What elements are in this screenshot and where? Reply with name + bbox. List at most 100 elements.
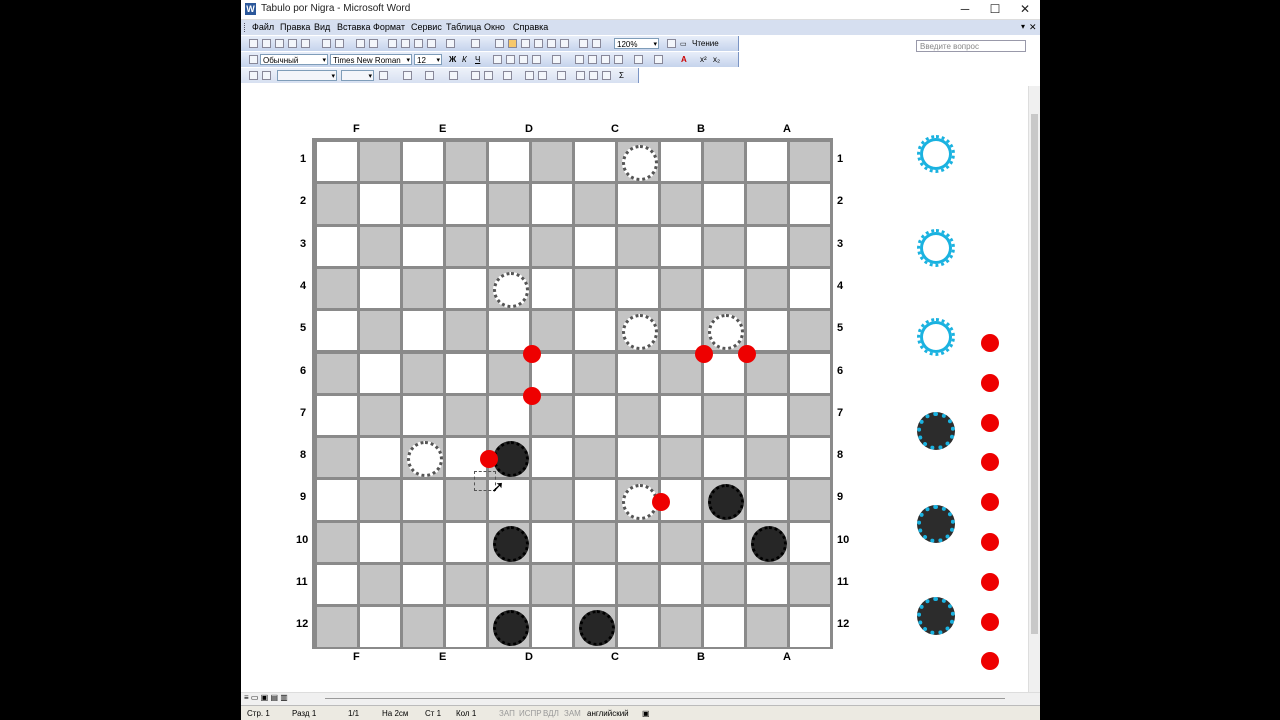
board-cell[interactable] [489, 353, 529, 393]
ask-dropdown-icon[interactable]: ▾ [1021, 22, 1025, 31]
status-trk[interactable]: ИСПР [519, 709, 542, 718]
spare-black-piece[interactable] [917, 505, 955, 543]
board-cell[interactable] [747, 184, 787, 224]
board-cell[interactable] [575, 565, 615, 605]
board-cell[interactable] [317, 395, 357, 436]
black-piece[interactable] [492, 525, 529, 562]
board-cell[interactable] [360, 353, 400, 393]
board-cell[interactable] [790, 226, 830, 266]
maximize-icon[interactable]: ☐ [980, 0, 1010, 19]
bold-icon[interactable]: Ж [449, 55, 456, 64]
board-cell[interactable] [575, 226, 615, 266]
board-cell[interactable] [575, 438, 615, 478]
eraser-icon[interactable] [262, 71, 271, 80]
board-cell[interactable] [661, 184, 701, 224]
board-cell[interactable] [317, 184, 357, 224]
board-cell[interactable] [360, 226, 400, 266]
status-ext[interactable]: ВДЛ [543, 709, 559, 718]
white-piece[interactable] [621, 145, 658, 182]
columns-icon[interactable] [547, 39, 556, 48]
status-ovr[interactable]: ЗАМ [564, 709, 581, 718]
board-cell[interactable] [317, 353, 357, 393]
vertical-scrollbar[interactable] [1028, 86, 1040, 692]
board-cell[interactable] [575, 268, 615, 309]
board-cell[interactable] [704, 184, 744, 224]
board-cell[interactable] [489, 184, 529, 224]
spare-white-piece[interactable] [917, 135, 955, 173]
board-cell[interactable] [575, 142, 615, 182]
board-cell[interactable] [446, 268, 486, 309]
board-cell[interactable] [317, 480, 357, 520]
read-button[interactable]: Чтение [692, 39, 719, 48]
white-piece[interactable] [621, 314, 658, 351]
align-left-icon[interactable] [493, 55, 502, 64]
save-icon[interactable] [275, 39, 284, 48]
sort-ascending-icon[interactable] [589, 71, 598, 80]
board-cell[interactable] [704, 268, 744, 309]
board-cell[interactable] [618, 565, 658, 605]
board-cell[interactable] [790, 522, 830, 562]
board-cell[interactable] [489, 142, 529, 182]
red-marker[interactable] [652, 492, 670, 511]
bullets-icon[interactable] [588, 55, 597, 64]
board-cell[interactable] [618, 438, 658, 478]
distribute-columns-icon[interactable] [538, 71, 547, 80]
line-spacing-icon[interactable] [552, 55, 561, 64]
justify-icon[interactable] [532, 55, 541, 64]
board-cell[interactable] [704, 438, 744, 478]
board-cell[interactable] [747, 311, 787, 351]
spelling-icon[interactable] [356, 39, 365, 48]
print-icon[interactable] [322, 39, 331, 48]
board-cell[interactable] [661, 142, 701, 182]
board-cell[interactable] [403, 184, 443, 224]
board-cell[interactable] [704, 395, 744, 436]
font-size-select[interactable]: 12 [414, 54, 442, 66]
close-document-icon[interactable]: ✕ [1029, 22, 1037, 33]
board-cell[interactable] [317, 226, 357, 266]
style-select[interactable]: Обычный [260, 54, 328, 66]
board-cell[interactable] [790, 353, 830, 393]
cell-align-icon[interactable] [503, 71, 512, 80]
board-cell[interactable] [532, 142, 572, 182]
board-cell[interactable] [747, 226, 787, 266]
styles-pane-icon[interactable] [249, 55, 258, 64]
zoom-select[interactable]: 120% [614, 38, 659, 50]
menu-file[interactable]: Файл [252, 22, 274, 32]
board-cell[interactable] [790, 395, 830, 436]
board-cell[interactable] [704, 522, 744, 562]
close-icon[interactable]: ✕ [1010, 0, 1040, 19]
board-cell[interactable] [747, 565, 787, 605]
board-cell[interactable] [446, 607, 486, 647]
line-weight-select[interactable] [341, 70, 374, 82]
text-direction-icon[interactable] [576, 71, 585, 80]
board-cell[interactable] [317, 311, 357, 351]
board-cell[interactable] [575, 480, 615, 520]
board-cell[interactable] [704, 565, 744, 605]
red-marker[interactable] [523, 344, 541, 363]
email-icon[interactable] [301, 39, 310, 48]
board-cell[interactable] [360, 142, 400, 182]
align-center-icon[interactable] [506, 55, 515, 64]
board-cell[interactable] [747, 480, 787, 520]
board-cell[interactable] [403, 268, 443, 309]
board-cell[interactable] [618, 522, 658, 562]
board-cell[interactable] [403, 311, 443, 351]
board-cell[interactable] [360, 522, 400, 562]
board-cell[interactable] [532, 184, 572, 224]
board-cell[interactable] [489, 226, 529, 266]
board-cell[interactable] [747, 142, 787, 182]
spare-white-piece[interactable] [917, 318, 955, 356]
board-cell[interactable] [747, 395, 787, 436]
ask-question-input[interactable]: Введите вопрос [916, 40, 1026, 52]
paste-icon[interactable] [414, 39, 423, 48]
spare-black-piece[interactable] [917, 412, 955, 450]
horizontal-scrollbar[interactable]: ≡ ▭ ▣ ▤ ▥ [241, 692, 1040, 705]
red-marker[interactable] [523, 386, 541, 405]
board-cell[interactable] [489, 395, 529, 436]
black-piece[interactable] [492, 610, 529, 647]
research-icon[interactable] [369, 39, 378, 48]
menu-table[interactable]: Таблица [446, 22, 481, 32]
board-cell[interactable] [661, 395, 701, 436]
spare-black-piece[interactable] [917, 597, 955, 635]
shading-color-icon[interactable] [425, 71, 434, 80]
